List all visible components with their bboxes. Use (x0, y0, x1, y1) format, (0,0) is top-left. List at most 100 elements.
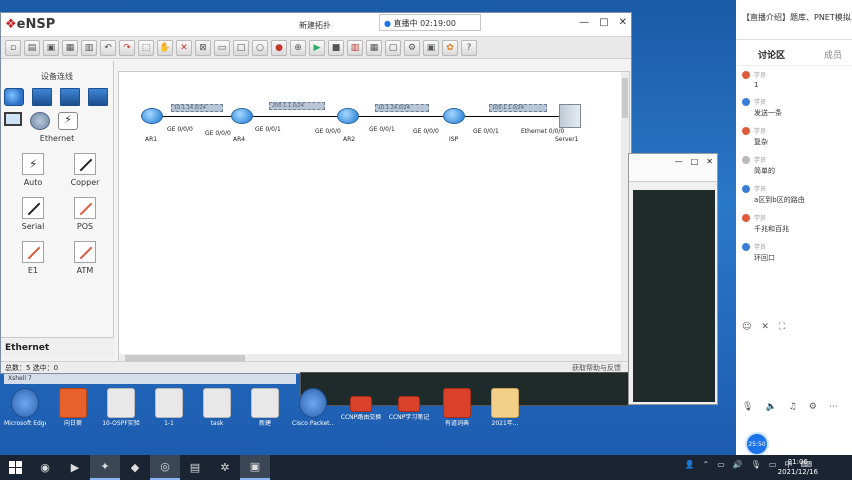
text-icon[interactable]: ▭ (214, 39, 230, 56)
settings-icon[interactable]: ⚙ (809, 402, 817, 422)
huawei-icon[interactable]: ✿ (442, 39, 458, 56)
link-icon[interactable]: ⊕ (290, 39, 306, 56)
minimize-button[interactable]: — (579, 17, 589, 28)
volume-icon[interactable]: 🔊 (733, 460, 743, 469)
more-icon[interactable]: ⋯ (829, 402, 838, 422)
select-icon[interactable]: ⬚ (138, 39, 154, 56)
wlan-category-icon[interactable] (60, 88, 80, 106)
start-button[interactable] (0, 455, 30, 480)
link-ar2-isp[interactable] (357, 116, 451, 117)
notepad-taskbar-icon[interactable]: ▤ (180, 455, 210, 480)
server1-icon[interactable] (559, 104, 581, 128)
edge-taskbar-icon[interactable]: ◉ (30, 455, 60, 480)
redo-icon[interactable]: ↷ (119, 39, 135, 56)
cable-pos[interactable]: POS (59, 197, 111, 231)
desktop-icon[interactable]: task (196, 388, 238, 427)
network-icon[interactable]: ▭ (769, 460, 777, 469)
tab-members[interactable]: 成员 (824, 48, 842, 61)
save-icon[interactable]: ▣ (43, 39, 59, 56)
emoji-icon[interactable]: ☺ (742, 322, 751, 332)
speaker-icon[interactable]: 🔈 (765, 402, 776, 422)
user-icon[interactable]: 👤 (685, 460, 695, 469)
delete-icon[interactable]: ✕ (176, 39, 192, 56)
cable-serial[interactable]: Serial (7, 197, 59, 231)
close-button[interactable]: ✕ (619, 17, 627, 28)
live-intro-banner[interactable]: 【直播介绍】题库、PNET模拟... (736, 0, 852, 35)
desktop-icon[interactable]: 新建 (244, 388, 286, 427)
cable-auto[interactable]: ⚡ Auto (7, 153, 59, 187)
undo-icon[interactable]: ↶ (100, 39, 116, 56)
desktop-icon[interactable]: Cisco Packet... (292, 388, 334, 427)
router-ar2-icon[interactable] (337, 108, 359, 124)
live-status-badge[interactable]: ● 直播中 02:19:00 (379, 14, 481, 31)
maximize-button[interactable]: □ (599, 17, 608, 28)
link-isp-server1[interactable] (463, 116, 559, 117)
gear-taskbar-icon[interactable]: ✲ (210, 455, 240, 480)
palette-icon[interactable]: ● (271, 39, 287, 56)
expand-icon[interactable]: ⛶ (779, 322, 785, 332)
rect-icon[interactable]: □ (233, 39, 249, 56)
print-icon[interactable]: ▥ (81, 39, 97, 56)
router-isp-icon[interactable] (443, 108, 465, 124)
cable-copper[interactable]: Copper (59, 153, 111, 187)
pc-category-icon[interactable] (4, 112, 22, 126)
terminal-taskbar-icon[interactable]: ▣ (240, 455, 270, 480)
cable-category-icon[interactable]: ⚡ (58, 112, 78, 130)
desktop-icon[interactable]: Microsoft Edge (4, 388, 46, 427)
chevron-up-icon[interactable]: ⌃ (703, 460, 710, 469)
desktop-icon[interactable]: CCNP路由交换 (340, 388, 382, 427)
close-button[interactable]: ✕ (706, 157, 713, 166)
switch-category-icon[interactable] (32, 88, 52, 106)
desktop-icon[interactable]: 有道词典 (436, 388, 478, 427)
cable-atm[interactable]: ATM (59, 241, 111, 275)
obs-taskbar-icon[interactable]: ◎ (150, 455, 180, 480)
capture-icon[interactable]: ▥ (347, 39, 363, 56)
tab-discussion[interactable]: 讨论区 (758, 48, 785, 61)
stop-icon[interactable]: ■ (328, 39, 344, 56)
router-ar1-icon[interactable] (141, 108, 163, 124)
close-icon[interactable]: ✕ (761, 322, 769, 332)
play-icon[interactable]: ▶ (309, 39, 325, 56)
device-icon[interactable]: ▣ (423, 39, 439, 56)
link-ar1-ar4[interactable] (151, 116, 239, 117)
desktop-icon[interactable]: 10-OSPF实验 (100, 388, 142, 427)
minimize-button[interactable]: — (675, 157, 683, 166)
desktop-icon[interactable]: 向日葵 (52, 388, 94, 427)
sunflower-taskbar-icon[interactable]: ▶ (60, 455, 90, 480)
desktop-icon[interactable]: 1-1 (148, 388, 190, 427)
topo-icon[interactable]: ▢ (385, 39, 401, 56)
mic-icon[interactable]: 🎙 (742, 402, 753, 422)
music-icon[interactable]: ♫ (789, 402, 797, 422)
subnet-note[interactable]: 200.1.1.0/24 (269, 102, 325, 110)
help-icon[interactable]: ? (461, 39, 477, 56)
delete-all-icon[interactable]: ⊠ (195, 39, 211, 56)
battery-icon[interactable]: ▭ (717, 460, 725, 469)
cable-e1[interactable]: E1 (7, 241, 59, 275)
router-category-icon[interactable] (4, 88, 24, 106)
cloud-category-icon[interactable] (30, 112, 50, 130)
diamond-taskbar-icon[interactable]: ◆ (120, 455, 150, 480)
mic-tray-icon[interactable]: 🎙 (751, 460, 761, 469)
minimized-window-label[interactable]: Xshell 7 (4, 374, 296, 384)
clock[interactable]: 21:06 2021/12/16 (778, 457, 818, 477)
timer-badge[interactable]: 25:50 (745, 432, 769, 456)
console-body[interactable] (633, 190, 715, 402)
topology-canvas[interactable]: 10.1.14.0/24 200.1.1.0/24 10.1.24.0/24 1… (118, 71, 630, 363)
router-ar4-icon[interactable] (231, 108, 253, 124)
subnet-note[interactable]: 10.1.24.0/24 (375, 104, 429, 112)
desktop-icon[interactable]: CCNP学习笔记 (388, 388, 430, 427)
ensp-taskbar-icon[interactable]: ✦ (90, 455, 120, 480)
desktop-icon[interactable]: 2021年... (484, 388, 526, 427)
subnet-note[interactable]: 10.1.14.0/24 (171, 104, 223, 112)
open-icon[interactable]: ▤ (24, 39, 40, 56)
grid-icon[interactable]: ▦ (366, 39, 382, 56)
hand-icon[interactable]: ✋ (157, 39, 173, 56)
subnet-note[interactable]: 100.1.1.0/24 (489, 104, 547, 112)
ellipse-icon[interactable]: ○ (252, 39, 268, 56)
maximize-button[interactable]: □ (691, 157, 699, 166)
link-ar4-ar2[interactable] (251, 116, 345, 117)
console-window[interactable]: — □ ✕ (628, 153, 718, 405)
firewall-category-icon[interactable] (88, 88, 108, 106)
new-icon[interactable]: ▫ (5, 39, 21, 56)
save-as-icon[interactable]: ▦ (62, 39, 78, 56)
